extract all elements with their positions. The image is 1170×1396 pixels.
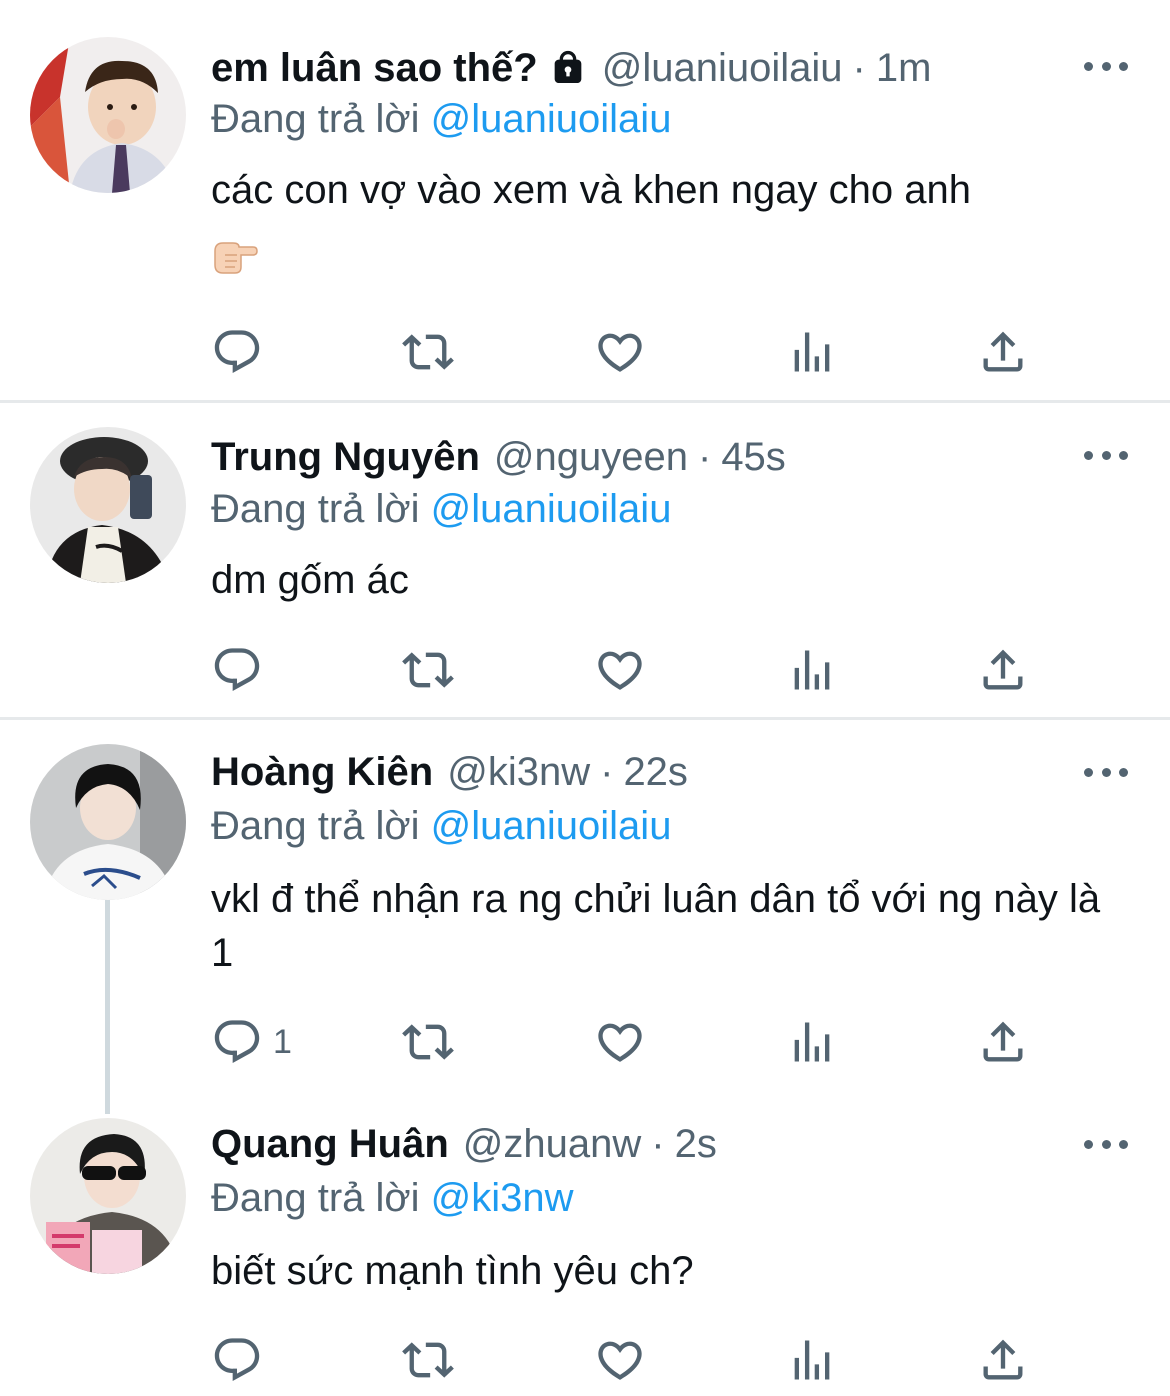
- reply-feed: em luân sao thế? @luaniuoilaiu · 1m Đang…: [0, 0, 1170, 1396]
- tweet-actions: [0, 322, 1170, 382]
- reply-button[interactable]: [211, 1330, 273, 1390]
- heart-icon: [594, 326, 646, 378]
- share-button[interactable]: [977, 322, 1029, 382]
- tweet-body: các con vợ vào xem và khen ngay cho anh: [211, 168, 971, 212]
- more-options-icon[interactable]: [1084, 762, 1128, 782]
- replying-to-label: Đang trả lời: [211, 487, 420, 531]
- views-button[interactable]: [786, 1330, 838, 1390]
- more-options-icon[interactable]: [1084, 1134, 1128, 1154]
- tweet-1[interactable]: em luân sao thế? @luaniuoilaiu · 1m Đang…: [0, 0, 1170, 400]
- like-button[interactable]: [594, 640, 646, 700]
- replying-to-mention[interactable]: @ki3nw: [431, 1176, 574, 1220]
- tweet-3[interactable]: Hoàng Kiên @ki3nw · 22s Đang trả lời @lu…: [0, 720, 1170, 1110]
- retweet-button[interactable]: [402, 1330, 454, 1390]
- tweet-text: dm gốm ác: [211, 558, 409, 602]
- retweet-button[interactable]: [402, 1012, 454, 1072]
- replying-to-mention[interactable]: @luaniuoilaiu: [431, 97, 672, 141]
- tweet-text: biết sức mạnh tình yêu ch?: [211, 1249, 694, 1293]
- replying-to-mention[interactable]: @luaniuoilaiu: [431, 487, 672, 531]
- timestamp[interactable]: 1m: [876, 46, 932, 91]
- views-icon: [786, 1016, 838, 1068]
- reply-button[interactable]: [211, 640, 273, 700]
- replying-to-label: Đang trả lời: [211, 97, 420, 141]
- tweet-actions: [0, 1330, 1170, 1390]
- tweet-header: em luân sao thế? @luaniuoilaiu · 1m: [211, 44, 931, 92]
- views-icon: [786, 644, 838, 696]
- avatar[interactable]: [30, 744, 186, 900]
- views-icon: [786, 1334, 838, 1386]
- views-button[interactable]: [786, 322, 838, 382]
- reply-icon: [211, 1016, 263, 1068]
- dot-separator: ·: [651, 1121, 665, 1166]
- heart-icon: [594, 644, 646, 696]
- tweet-2[interactable]: Trung Nguyên @nguyeen · 45s Đang trả lời…: [0, 403, 1170, 717]
- timestamp[interactable]: 45s: [721, 435, 786, 480]
- avatar[interactable]: [30, 427, 186, 583]
- share-button[interactable]: [977, 1012, 1029, 1072]
- replying-to-label: Đang trả lời: [211, 804, 420, 848]
- reply-count: 1: [273, 1022, 292, 1061]
- share-icon: [977, 326, 1029, 378]
- tweet-text: vkl đ thể nhận ra ng chửi luân dân tổ vớ…: [211, 877, 1101, 975]
- reply-button[interactable]: 1: [211, 1012, 292, 1072]
- replying-to-label: Đang trả lời: [211, 1176, 420, 1220]
- share-icon: [977, 1016, 1029, 1068]
- replying-to: Đang trả lời @luaniuoilaiu: [211, 97, 671, 142]
- more-options-icon[interactable]: [1084, 56, 1128, 76]
- point-right-emoji-icon: [211, 235, 259, 279]
- like-button[interactable]: [594, 1330, 646, 1390]
- retweet-button[interactable]: [402, 640, 454, 700]
- lock-icon: [548, 48, 588, 88]
- reply-icon: [211, 326, 263, 378]
- user-handle[interactable]: @nguyeen: [494, 435, 688, 480]
- tweet-header: Quang Huân @zhuanw · 2s: [211, 1120, 717, 1168]
- more-options-icon[interactable]: [1084, 445, 1128, 465]
- dot-separator: ·: [852, 45, 866, 90]
- tweet-4[interactable]: Quang Huân @zhuanw · 2s Đang trả lời @ki…: [0, 1110, 1170, 1396]
- avatar[interactable]: [30, 37, 186, 193]
- tweet-actions: 1: [0, 1012, 1170, 1072]
- tweet-header: Hoàng Kiên @ki3nw · 22s: [211, 748, 688, 796]
- retweet-icon: [402, 644, 454, 696]
- replying-to: Đang trả lời @ki3nw: [211, 1176, 574, 1221]
- display-name[interactable]: Hoàng Kiên: [211, 750, 433, 795]
- replying-to-mention[interactable]: @luaniuoilaiu: [431, 804, 672, 848]
- replying-to: Đang trả lời @luaniuoilaiu: [211, 804, 671, 849]
- views-icon: [786, 326, 838, 378]
- heart-icon: [594, 1334, 646, 1386]
- retweet-icon: [402, 1334, 454, 1386]
- share-button[interactable]: [977, 1330, 1029, 1390]
- views-button[interactable]: [786, 640, 838, 700]
- display-name[interactable]: Quang Huân: [211, 1122, 449, 1167]
- replying-to: Đang trả lời @luaniuoilaiu: [211, 487, 671, 532]
- retweet-icon: [402, 1016, 454, 1068]
- tweet-actions: [0, 640, 1170, 700]
- dot-separator: ·: [697, 434, 712, 479]
- share-icon: [977, 1334, 1029, 1386]
- reply-icon: [211, 1334, 263, 1386]
- views-button[interactable]: [786, 1012, 838, 1072]
- share-icon: [977, 644, 1029, 696]
- like-button[interactable]: [594, 1012, 646, 1072]
- timestamp[interactable]: 2s: [675, 1122, 717, 1167]
- avatar[interactable]: [30, 1118, 186, 1274]
- tweet-header: Trung Nguyên @nguyeen · 45s: [211, 433, 786, 481]
- retweet-icon: [402, 326, 454, 378]
- retweet-button[interactable]: [402, 322, 454, 382]
- timestamp[interactable]: 22s: [623, 750, 688, 795]
- dot-separator: ·: [600, 749, 614, 794]
- user-handle[interactable]: @ki3nw: [447, 750, 590, 795]
- reply-icon: [211, 644, 263, 696]
- like-button[interactable]: [594, 322, 646, 382]
- reply-button[interactable]: [211, 322, 273, 382]
- user-handle[interactable]: @luaniuoilaiu: [602, 46, 843, 91]
- heart-icon: [594, 1016, 646, 1068]
- tweet-text: các con vợ vào xem và khen ngay cho anh: [211, 163, 1131, 279]
- display-name[interactable]: em luân sao thế?: [211, 46, 538, 91]
- display-name[interactable]: Trung Nguyên: [211, 435, 480, 480]
- user-handle[interactable]: @zhuanw: [463, 1122, 641, 1167]
- share-button[interactable]: [977, 640, 1029, 700]
